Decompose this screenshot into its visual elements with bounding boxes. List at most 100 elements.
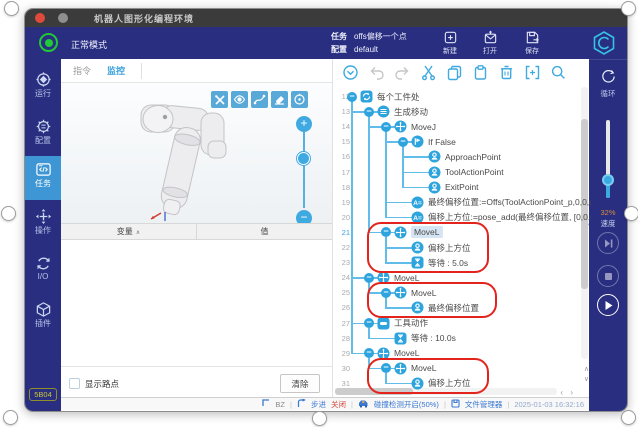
- collapse-dot[interactable]: −: [364, 107, 374, 117]
- undo-icon[interactable]: [367, 63, 385, 81]
- tree-node[interactable]: ApproachPoint: [333, 149, 579, 164]
- zoom-slider-handle[interactable]: [297, 152, 310, 165]
- collapse-dot[interactable]: −: [364, 348, 374, 358]
- tab-commands[interactable]: 指令: [63, 59, 101, 83]
- eraser-icon[interactable]: [271, 91, 288, 108]
- save-icon: [515, 30, 549, 45]
- collision-status[interactable]: 碰撞检测开启(50%): [374, 399, 439, 410]
- config-value: default: [354, 45, 378, 54]
- run-icon: [25, 71, 61, 88]
- tree-node-label[interactable]: ToolActionPoint: [445, 166, 504, 178]
- delete-icon[interactable]: [497, 63, 515, 81]
- collapse-all-icon[interactable]: [341, 63, 359, 81]
- clear-button[interactable]: 清除: [280, 374, 320, 393]
- stop-button[interactable]: [597, 265, 619, 287]
- config-label: 配置: [331, 45, 347, 54]
- svg-text:A=: A=: [413, 200, 422, 207]
- sidebar-item-plugin[interactable]: 插件: [25, 299, 61, 339]
- sidebar-item-label: 运行: [25, 88, 61, 99]
- status-bar: BZ | 步进 关闭 | 碰撞检测开启(50%) | 文件管理器 | 2025-…: [61, 397, 589, 410]
- sidebar-item-task[interactable]: 任务: [25, 156, 61, 200]
- insert-icon[interactable]: [523, 63, 541, 81]
- new-task-label: 新建: [433, 46, 467, 56]
- tree-node[interactable]: A=最终偏移位置:=Offs(ToolActionPoint_p,0,0,d2: [333, 195, 579, 210]
- tree-node-label[interactable]: 等待 : 10.0s: [411, 332, 456, 344]
- show-waypoints-label: 显示路点: [85, 378, 119, 390]
- sidebar-item-config[interactable]: 配置: [25, 116, 61, 156]
- sidebar-item-io[interactable]: I/O: [25, 253, 61, 293]
- tree-node-label[interactable]: 每个工件处: [377, 91, 420, 103]
- open-task-label: 打开: [473, 46, 507, 56]
- cut-icon[interactable]: [419, 63, 437, 81]
- collapse-dot[interactable]: −: [364, 273, 374, 283]
- selection-handle[interactable]: [3, 410, 18, 425]
- wait-node-icon: [394, 332, 407, 345]
- point-node-icon: [428, 166, 441, 179]
- speed-label: 速度: [589, 218, 627, 229]
- paste-icon[interactable]: [471, 63, 489, 81]
- close-window-icon[interactable]: [35, 13, 45, 23]
- tree-node-label[interactable]: ApproachPoint: [445, 151, 501, 163]
- step-label[interactable]: 步进: [311, 399, 326, 410]
- reset-view-icon[interactable]: [291, 91, 308, 108]
- new-task-button[interactable]: 新建: [433, 30, 467, 56]
- selection-handle[interactable]: [621, 1, 636, 16]
- tree-node-label[interactable]: 生成移动: [394, 106, 428, 118]
- collapse-dot[interactable]: −: [398, 137, 408, 147]
- code-icon: [25, 161, 61, 178]
- scroll-left-icon[interactable]: ‹: [560, 388, 563, 397]
- file-manager-link[interactable]: 文件管理器: [465, 399, 503, 410]
- tree-node-label[interactable]: MoveJ: [411, 121, 436, 133]
- tree-node[interactable]: − If False: [333, 134, 579, 149]
- title-bar: 机器人图形化编程环境: [25, 9, 627, 27]
- speed-percent: 32%: [589, 208, 627, 217]
- tab-monitor[interactable]: 监控: [97, 59, 135, 83]
- save-task-button[interactable]: 保存: [515, 30, 549, 56]
- tree-connector: [385, 217, 412, 219]
- search-icon[interactable]: [549, 63, 567, 81]
- brand-logo-icon: [591, 30, 617, 61]
- step-mode-icon: [297, 399, 306, 410]
- tree-node-label[interactable]: 最终偏移位置:=Offs(ToolActionPoint_p,0,0,d2: [428, 196, 591, 208]
- selection-handle[interactable]: [312, 411, 327, 426]
- program-tree-panel: 12−每个工件处13−生成移动14−MoveJ15−If False16Appr…: [333, 59, 591, 399]
- sidebar-item-operate[interactable]: 操作: [25, 206, 61, 246]
- step-next-button[interactable]: [597, 232, 619, 254]
- copy-icon[interactable]: [445, 63, 463, 81]
- scroll-right-icon[interactable]: ›: [570, 388, 573, 397]
- red-annotation: [367, 222, 489, 273]
- sort-caret-icon: ∧: [136, 230, 140, 236]
- point-node-icon: [428, 150, 441, 163]
- collapse-dot[interactable]: −: [364, 318, 374, 328]
- assign-node-icon: A=: [411, 196, 424, 209]
- collapse-dot[interactable]: −: [347, 92, 357, 102]
- red-annotation: [367, 358, 489, 394]
- tree-node-label[interactable]: If False: [428, 136, 456, 148]
- new-file-icon: [433, 30, 467, 45]
- tree-node-label[interactable]: ExitPoint: [445, 181, 479, 193]
- selection-handle[interactable]: [621, 410, 636, 425]
- column-variable[interactable]: 变量∧: [61, 224, 197, 239]
- minimize-window-icon[interactable]: [58, 13, 68, 23]
- tree-node[interactable]: ExitPoint: [333, 180, 579, 195]
- selection-handle[interactable]: [4, 1, 19, 16]
- column-value[interactable]: 值: [197, 224, 332, 239]
- sidebar-item-run[interactable]: 运行: [25, 69, 61, 109]
- redo-icon[interactable]: [393, 63, 411, 81]
- open-task-button[interactable]: 打开: [473, 30, 507, 56]
- selection-handle[interactable]: [624, 206, 638, 221]
- tree-node[interactable]: ToolActionPoint: [333, 165, 579, 180]
- tree-node[interactable]: − 每个工件处: [333, 89, 579, 104]
- tree-connector: [351, 101, 353, 354]
- file-manager-icon: [451, 399, 460, 410]
- loop-mode-icon[interactable]: [600, 68, 617, 90]
- speed-slider-handle[interactable]: [602, 174, 614, 186]
- robot-3d-viewport[interactable]: + −: [61, 83, 332, 223]
- selection-handle[interactable]: [1, 206, 16, 221]
- show-waypoints-checkbox[interactable]: [69, 378, 80, 389]
- play-button[interactable]: [597, 294, 619, 316]
- zoom-in-button[interactable]: +: [296, 116, 312, 132]
- tree-node-label[interactable]: 工具动作: [394, 317, 428, 329]
- tree-node[interactable]: − 生成移动: [333, 104, 579, 119]
- collapse-dot[interactable]: −: [381, 122, 391, 132]
